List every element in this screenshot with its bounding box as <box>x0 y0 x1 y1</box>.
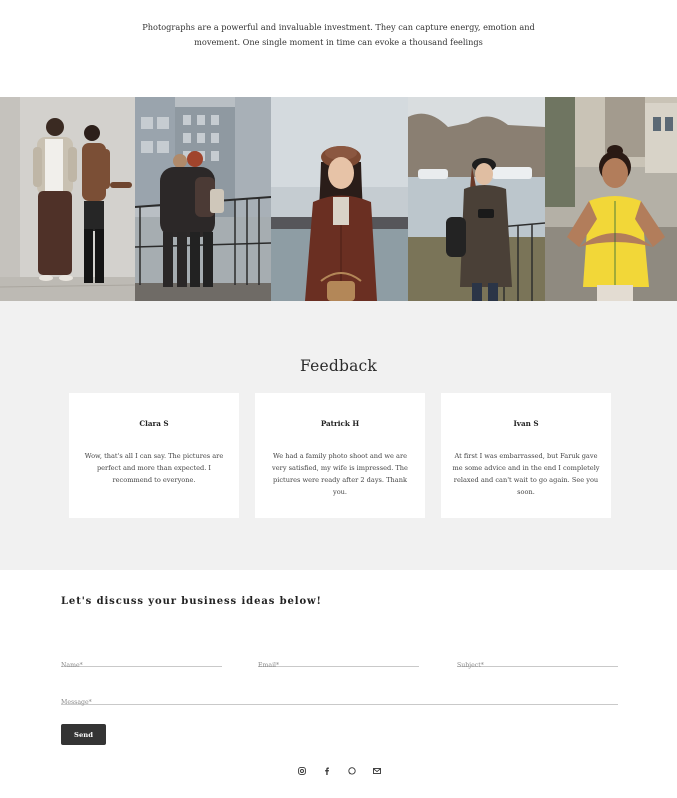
name-field[interactable] <box>61 659 222 672</box>
facebook-icon[interactable] <box>321 765 333 777</box>
feedback-section: Feedback Clara S Wow, that's all I can s… <box>0 301 677 570</box>
testimonial-text: Wow, that's all I can say. The pictures … <box>84 452 224 484</box>
testimonial-name: Ivan S <box>513 419 539 428</box>
feedback-title: Feedback <box>299 357 377 375</box>
contact-title: Let's discuss your business ideas below! <box>61 596 322 607</box>
email-field-wrapper <box>258 652 419 672</box>
name-field-wrapper <box>61 652 222 672</box>
testimonial-text: We had a family photo shoot and we are v… <box>272 452 408 496</box>
gallery-photo-girl-heart-hands[interactable] <box>545 97 677 301</box>
message-field[interactable] <box>61 696 618 709</box>
testimonial-card: Ivan S At first I was embarrassed, but F… <box>441 393 611 518</box>
message-field-wrapper <box>61 689 618 709</box>
testimonial-name: Clara S <box>139 419 169 428</box>
intro-line-1: Photographs are a powerful and invaluabl… <box>142 22 535 32</box>
testimonial-name: Patrick H <box>320 419 360 428</box>
whatsapp-icon[interactable] <box>346 765 358 777</box>
photo-gallery <box>0 97 677 301</box>
gallery-photo-couple-standing[interactable] <box>0 97 135 301</box>
intro-text: Photographs are a powerful and invaluabl… <box>0 20 677 49</box>
testimonial-card: Patrick H We had a family photo shoot an… <box>255 393 425 518</box>
send-button[interactable]: Send <box>61 724 106 745</box>
testimonial-card: Clara S Wow, that's all I can say. The p… <box>69 393 239 518</box>
testimonial-text: At first I was embarrassed, but Faruk ga… <box>452 452 600 496</box>
subject-field[interactable] <box>457 659 618 672</box>
social-links <box>296 765 383 777</box>
gallery-photo-woman-with-phone[interactable] <box>408 97 545 301</box>
instagram-icon[interactable] <box>296 765 308 777</box>
subject-field-wrapper <box>457 652 618 672</box>
intro-line-2: movement. One single moment in time can … <box>194 36 483 47</box>
email-field[interactable] <box>258 659 419 672</box>
gallery-photo-woman-in-beret[interactable] <box>271 97 408 301</box>
email-icon[interactable] <box>371 765 383 777</box>
gallery-photo-couple-embracing[interactable] <box>135 97 271 301</box>
